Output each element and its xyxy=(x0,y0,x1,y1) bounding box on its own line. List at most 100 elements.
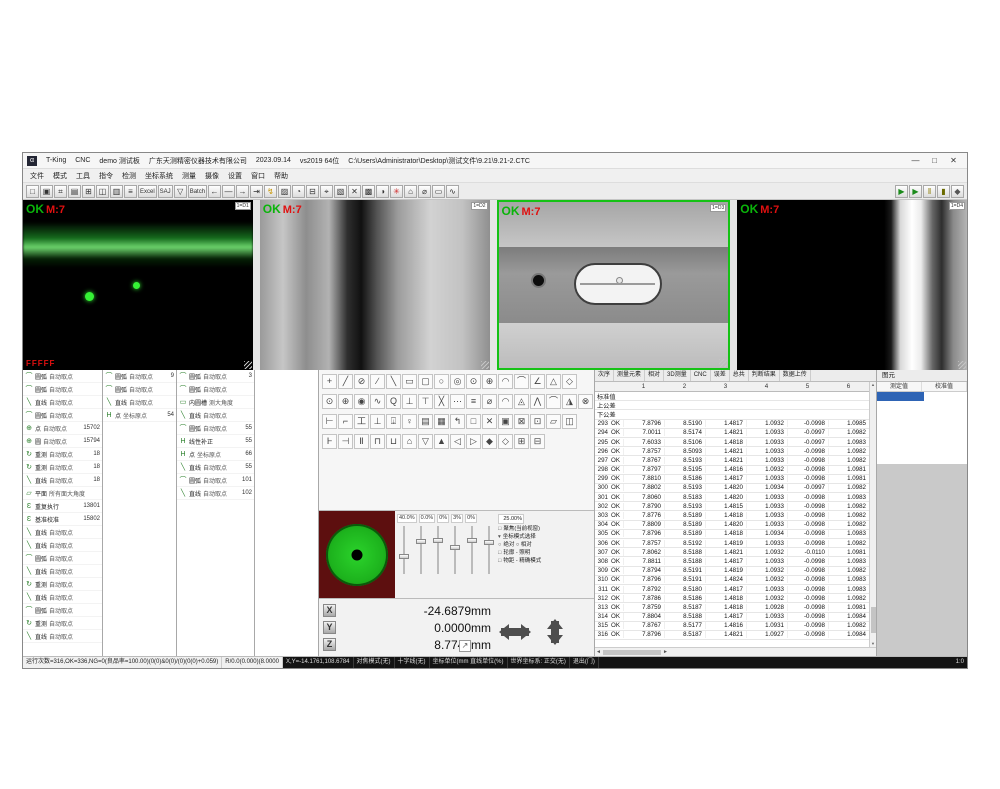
tool-icon[interactable]: ⌂ xyxy=(402,434,417,449)
list-item[interactable]: Ɛ基准校准15802 xyxy=(23,513,102,526)
slider-thumb[interactable] xyxy=(433,538,443,543)
list-item[interactable]: ╲直线自动取点 xyxy=(23,565,102,578)
close-button[interactable]: ✕ xyxy=(944,154,963,168)
light-slider[interactable] xyxy=(467,526,477,574)
list-item[interactable]: ╲直线自动取点 xyxy=(103,396,176,409)
pattern-button[interactable]: ▧ xyxy=(334,185,347,198)
camera-view-3-selected[interactable]: OKM:7 1=D3 xyxy=(497,200,731,370)
tool-icon[interactable]: ⊙ xyxy=(322,394,337,409)
calibration-button[interactable]: ▩ xyxy=(362,185,375,198)
tool-icon[interactable]: ⊗ xyxy=(578,394,593,409)
resize-grip-icon[interactable] xyxy=(958,361,966,369)
table-row[interactable]: 294OK7.00118.51741.48211.0933-0.09971.09… xyxy=(595,429,876,438)
list-item[interactable]: ╲直线自动取点102 xyxy=(177,487,254,500)
run-to-end-button[interactable]: ⇥ xyxy=(250,185,263,198)
wave-tool-button[interactable]: ∿ xyxy=(446,185,459,198)
tool-icon[interactable]: ⌒ xyxy=(546,394,561,409)
tool-icon[interactable]: ◎ xyxy=(450,374,465,389)
results-tab-1[interactable]: 测量元素 xyxy=(614,370,645,381)
table-row[interactable]: 297OK7.87678.51931.48211.0933-0.09981.09… xyxy=(595,456,876,465)
list-item[interactable]: Ɛ重复执行13801 xyxy=(23,500,102,513)
menu-item-7[interactable]: 摄像 xyxy=(201,171,223,181)
tool-icon[interactable]: ╳ xyxy=(434,394,449,409)
results-tab-7[interactable]: 判断结果 xyxy=(749,370,780,381)
tool-icon[interactable]: ⊓ xyxy=(370,434,385,449)
table-row[interactable]: 314OK7.88048.51881.48171.0933-0.09981.09… xyxy=(595,613,876,622)
menu-item-5[interactable]: 坐标系统 xyxy=(141,171,177,181)
tab-element[interactable]: 图元 xyxy=(877,370,967,382)
rect-tool-button[interactable]: ▭ xyxy=(432,185,445,198)
table-row[interactable]: 298OK7.87978.51951.48161.0932-0.09981.09… xyxy=(595,466,876,475)
table-special-row[interactable]: 标准值 xyxy=(595,392,876,401)
tool-icon[interactable]: ⊥ xyxy=(402,394,417,409)
tool-icon[interactable]: ⊢ xyxy=(322,414,337,429)
results-tab-8[interactable]: 数据上传 xyxy=(780,370,811,381)
list-item[interactable]: ⌒圆弧自动取点9 xyxy=(103,370,176,383)
tool-icon[interactable]: ◆ xyxy=(482,434,497,449)
resize-grip-icon[interactable] xyxy=(244,361,252,369)
camera-view-1[interactable]: OKM:7 1=D1 FFFFF xyxy=(23,200,253,370)
slider-thumb[interactable] xyxy=(450,545,460,550)
tool-icon[interactable]: ▭ xyxy=(402,374,417,389)
tool-icon[interactable]: Q xyxy=(386,394,401,409)
scroll-left-icon[interactable]: ◄ xyxy=(596,649,601,655)
list-button[interactable]: ≡ xyxy=(124,185,137,198)
minimize-button[interactable]: — xyxy=(906,154,925,168)
tool-icon[interactable]: △ xyxy=(546,374,561,389)
list-item[interactable]: ⊕点自动取点15702 xyxy=(23,422,102,435)
table-row[interactable]: 308OK7.88118.51881.48171.0933-0.09981.09… xyxy=(595,557,876,566)
table-row[interactable]: 296OK7.87578.50931.48211.0933-0.09981.09… xyxy=(595,447,876,456)
list-item[interactable]: ╲直线自动取点 xyxy=(23,539,102,552)
table-row[interactable]: 313OK7.87598.51871.48181.0928-0.09981.09… xyxy=(595,603,876,612)
list-item[interactable]: ↻重测自动取点18 xyxy=(23,461,102,474)
tool-icon[interactable]: ⊘ xyxy=(354,374,369,389)
tool-icon[interactable]: ⋀ xyxy=(530,394,545,409)
slider-thumb[interactable] xyxy=(467,538,477,543)
results-tab-4[interactable]: CNC xyxy=(691,370,711,381)
table-hscrollbar[interactable]: ◄ ► xyxy=(595,647,876,656)
list-item[interactable]: ↻重测自动取点 xyxy=(23,578,102,591)
timer-button[interactable]: ◔ xyxy=(292,185,305,198)
list-item[interactable]: ⌒圆弧自动取点55 xyxy=(177,422,254,435)
results-tab-2[interactable]: 相对 xyxy=(645,370,664,381)
tools-button[interactable]: ◆ xyxy=(951,185,964,198)
results-tab-6[interactable]: 总共 xyxy=(730,370,749,381)
home-button[interactable]: ⌂ xyxy=(404,185,417,198)
diameter-tool-button[interactable]: ⌀ xyxy=(418,185,431,198)
menu-item-8[interactable]: 设置 xyxy=(224,171,246,181)
menu-item-3[interactable]: 指令 xyxy=(95,171,117,181)
control-option[interactable]: □轮廓 - 照明 xyxy=(498,549,541,557)
list-item[interactable]: ⌒圆弧自动取点 xyxy=(177,383,254,396)
pause-button[interactable]: ‖ xyxy=(923,185,936,198)
list-item[interactable]: ╲直线自动取点 xyxy=(23,630,102,643)
tool-icon[interactable]: ⊟ xyxy=(530,434,545,449)
tool-icon[interactable]: ⊥ xyxy=(370,414,385,429)
contrast-button[interactable]: ◑ xyxy=(376,185,389,198)
control-option[interactable]: ○绝对 ○ 相对 xyxy=(498,541,541,549)
step-forward-button[interactable]: → xyxy=(236,185,249,198)
lightning-trigger-button[interactable]: ↯ xyxy=(264,185,277,198)
tool-icon[interactable]: ⊠ xyxy=(514,414,529,429)
joystick-ball[interactable] xyxy=(326,524,388,586)
table-row[interactable]: 295OK7.60338.51061.48181.0933-0.09971.09… xyxy=(595,438,876,447)
delete-button[interactable]: ✕ xyxy=(348,185,361,198)
open-file-button[interactable]: ▣ xyxy=(40,185,53,198)
table-row[interactable]: 293OK7.87968.51901.48171.0932-0.09981.09… xyxy=(595,420,876,429)
step-back-button[interactable]: ← xyxy=(208,185,221,198)
tool-icon[interactable]: ↰ xyxy=(450,414,465,429)
new-file-button[interactable]: □ xyxy=(26,185,39,198)
list-item[interactable]: ↻重测自动取点18 xyxy=(23,448,102,461)
table-row[interactable]: 307OK7.80628.51881.48211.0932-0.01101.09… xyxy=(595,548,876,557)
print-button[interactable]: ▽ xyxy=(174,185,187,198)
jog-z-arrow-icon[interactable] xyxy=(551,621,559,643)
list-item[interactable]: ╲直线自动取点 xyxy=(23,526,102,539)
light-source-button[interactable]: ✳ xyxy=(390,185,403,198)
joystick-pad[interactable] xyxy=(319,511,395,598)
tool-icon[interactable]: ▷ xyxy=(466,434,481,449)
tool-icon[interactable]: ⋯ xyxy=(450,394,465,409)
resize-grip-icon[interactable] xyxy=(481,361,489,369)
tool-icon[interactable]: ◉ xyxy=(354,394,369,409)
menu-item-10[interactable]: 帮助 xyxy=(270,171,292,181)
list-item[interactable]: H线性补正55 xyxy=(177,435,254,448)
control-option[interactable]: □聚焦(当前视窗) xyxy=(498,525,541,533)
